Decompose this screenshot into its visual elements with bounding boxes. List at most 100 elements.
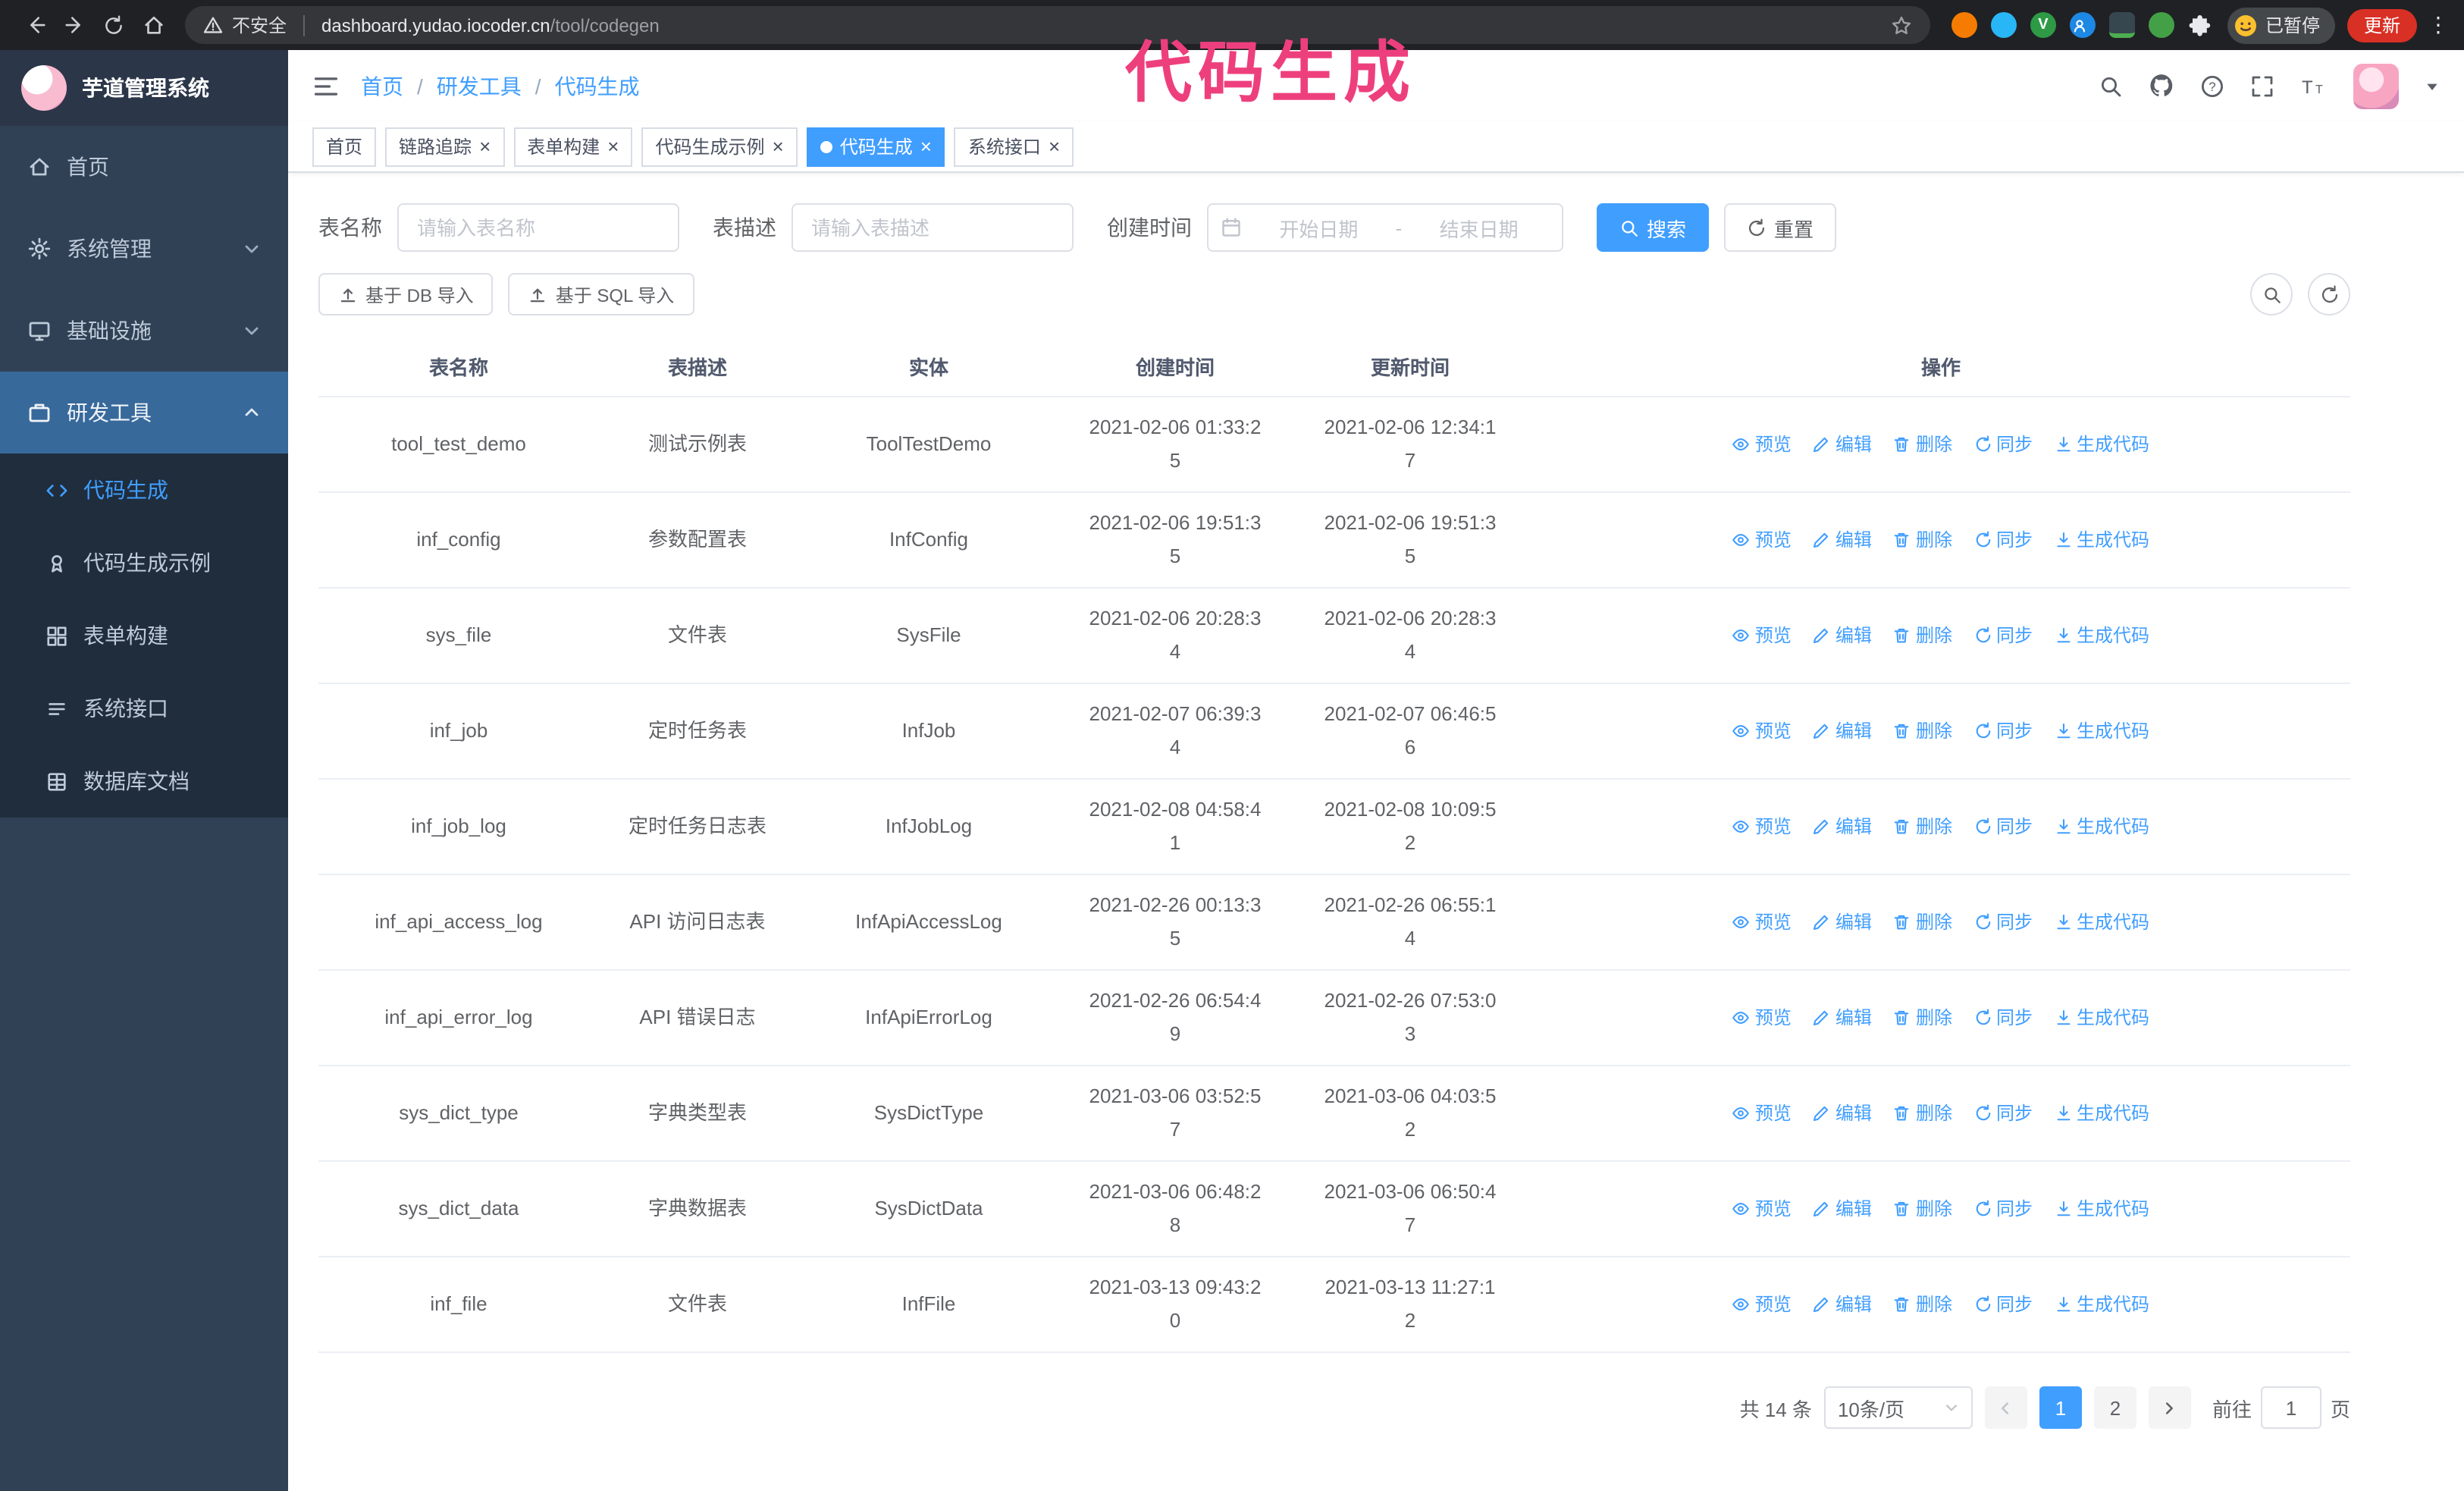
preview-link[interactable]: 预览 — [1732, 906, 1792, 939]
browser-menu-kebab-icon[interactable]: ⋮ — [2428, 12, 2449, 38]
next-page-button[interactable] — [2148, 1386, 2191, 1429]
extension-icon-leaf[interactable] — [2148, 12, 2174, 38]
user-avatar[interactable] — [2353, 63, 2399, 108]
font-size-icon[interactable]: TT — [2300, 74, 2328, 98]
generate-code-link[interactable]: 生成代码 — [2054, 906, 2149, 939]
delete-link[interactable]: 删除 — [1893, 1097, 1952, 1130]
preview-link[interactable]: 预览 — [1732, 1001, 1792, 1034]
delete-link[interactable]: 删除 — [1893, 1288, 1952, 1321]
extensions-puzzle-icon[interactable] — [2188, 13, 2212, 37]
generate-code-link[interactable]: 生成代码 — [2054, 428, 2149, 461]
tab-codegen[interactable]: 代码生成 × — [806, 127, 945, 166]
sync-link[interactable]: 同步 — [1973, 1001, 2033, 1034]
breadcrumb-home[interactable]: 首页 — [361, 71, 403, 101]
generate-code-link[interactable]: 生成代码 — [2054, 810, 2149, 843]
browser-home-button[interactable] — [133, 5, 173, 45]
table-name-input[interactable] — [397, 203, 679, 252]
delete-link[interactable]: 删除 — [1893, 810, 1952, 843]
generate-code-link[interactable]: 生成代码 — [2054, 619, 2149, 652]
sync-link[interactable]: 同步 — [1973, 1288, 2033, 1321]
preview-link[interactable]: 预览 — [1732, 428, 1792, 461]
browser-back-button[interactable] — [15, 5, 55, 45]
browser-address-bar[interactable]: 不安全 dashboard.yudao.iocoder.cn/tool/code… — [185, 6, 1930, 44]
sync-link[interactable]: 同步 — [1973, 810, 2033, 843]
edit-link[interactable]: 编辑 — [1813, 1288, 1872, 1321]
close-icon[interactable]: × — [479, 137, 491, 156]
preview-link[interactable]: 预览 — [1732, 1192, 1792, 1226]
tab-system-api[interactable]: 系统接口 × — [954, 127, 1074, 166]
browser-update-button[interactable]: 更新 — [2346, 8, 2417, 42]
edit-link[interactable]: 编辑 — [1813, 428, 1872, 461]
generate-code-link[interactable]: 生成代码 — [2054, 523, 2149, 557]
edit-link[interactable]: 编辑 — [1813, 810, 1872, 843]
github-icon[interactable] — [2149, 73, 2174, 99]
edit-link[interactable]: 编辑 — [1813, 619, 1872, 652]
edit-link[interactable]: 编辑 — [1813, 1192, 1872, 1226]
edit-link[interactable]: 编辑 — [1813, 906, 1872, 939]
extension-icon-green-v[interactable]: V — [2030, 12, 2056, 38]
refresh-table-button[interactable] — [2308, 273, 2350, 315]
page-size-select[interactable]: 10条/页 — [1823, 1386, 1973, 1429]
extension-icon-blue-drop[interactable] — [1990, 12, 2017, 38]
sync-link[interactable]: 同步 — [1973, 714, 2033, 748]
sidebar-item-codegen[interactable]: 代码生成 — [0, 454, 288, 526]
edit-link[interactable]: 编辑 — [1813, 1001, 1872, 1034]
sidebar-item-dev-tools[interactable]: 研发工具 — [0, 372, 288, 454]
preview-link[interactable]: 预览 — [1732, 1288, 1792, 1321]
fullscreen-icon[interactable] — [2250, 74, 2274, 98]
sidebar-item-home[interactable]: 首页 — [0, 126, 288, 208]
sync-link[interactable]: 同步 — [1973, 1097, 2033, 1130]
close-icon[interactable]: × — [1049, 137, 1060, 156]
delete-link[interactable]: 删除 — [1893, 1192, 1952, 1226]
preview-link[interactable]: 预览 — [1732, 1097, 1792, 1130]
search-icon[interactable] — [2099, 74, 2123, 98]
sync-link[interactable]: 同步 — [1973, 1192, 2033, 1226]
sidebar-item-codegen-example[interactable]: 代码生成示例 — [0, 526, 288, 599]
tab-home[interactable]: 首页 — [312, 127, 377, 166]
edit-link[interactable]: 编辑 — [1813, 1097, 1872, 1130]
sidebar-item-system-management[interactable]: 系统管理 — [0, 208, 288, 290]
edit-link[interactable]: 编辑 — [1813, 714, 1872, 748]
delete-link[interactable]: 删除 — [1893, 1001, 1952, 1034]
generate-code-link[interactable]: 生成代码 — [2054, 1001, 2149, 1034]
import-db-button[interactable]: 基于 DB 导入 — [318, 273, 494, 315]
tab-form-builder[interactable]: 表单构建 × — [513, 127, 633, 166]
browser-reload-button[interactable] — [94, 5, 133, 45]
sidebar-item-infrastructure[interactable]: 基础设施 — [0, 290, 288, 372]
delete-link[interactable]: 删除 — [1893, 523, 1952, 557]
bookmark-star-icon[interactable] — [1891, 14, 1912, 36]
search-button[interactable]: 搜索 — [1597, 203, 1710, 252]
delete-link[interactable]: 删除 — [1893, 428, 1952, 461]
close-icon[interactable]: × — [773, 137, 784, 156]
sync-link[interactable]: 同步 — [1973, 619, 2033, 652]
caret-down-icon[interactable] — [2425, 78, 2440, 93]
sidebar-toggle-icon[interactable] — [312, 72, 340, 99]
date-range-picker[interactable]: 开始日期 - 结束日期 — [1207, 203, 1563, 252]
browser-forward-button[interactable] — [55, 5, 94, 45]
tab-tracing[interactable]: 链路追踪 × — [385, 127, 505, 166]
close-icon[interactable]: × — [607, 137, 619, 156]
preview-link[interactable]: 预览 — [1732, 619, 1792, 652]
table-desc-input[interactable] — [792, 203, 1074, 252]
generate-code-link[interactable]: 生成代码 — [2054, 714, 2149, 748]
edit-link[interactable]: 编辑 — [1813, 523, 1872, 557]
sidebar-item-system-api[interactable]: 系统接口 — [0, 672, 288, 745]
extension-icon-dark-green[interactable] — [2108, 12, 2135, 38]
preview-link[interactable]: 预览 — [1732, 523, 1792, 557]
toggle-search-button[interactable] — [2250, 273, 2293, 315]
breadcrumb-dev-tools[interactable]: 研发工具 — [437, 71, 522, 101]
browser-profile-badge[interactable]: 已暂停 — [2227, 7, 2335, 43]
help-icon[interactable]: ? — [2200, 74, 2224, 98]
prev-page-button[interactable] — [1984, 1386, 2027, 1429]
import-sql-button[interactable]: 基于 SQL 导入 — [508, 273, 694, 315]
page-button-2[interactable]: 2 — [2093, 1386, 2136, 1429]
preview-link[interactable]: 预览 — [1732, 810, 1792, 843]
sync-link[interactable]: 同步 — [1973, 523, 2033, 557]
extension-icon-orange[interactable] — [1951, 12, 1977, 38]
preview-link[interactable]: 预览 — [1732, 714, 1792, 748]
sync-link[interactable]: 同步 — [1973, 428, 2033, 461]
generate-code-link[interactable]: 生成代码 — [2054, 1192, 2149, 1226]
extension-icon-people[interactable] — [2069, 12, 2096, 38]
sidebar-item-form-builder[interactable]: 表单构建 — [0, 599, 288, 672]
sidebar-item-db-docs[interactable]: 数据库文档 — [0, 745, 288, 818]
